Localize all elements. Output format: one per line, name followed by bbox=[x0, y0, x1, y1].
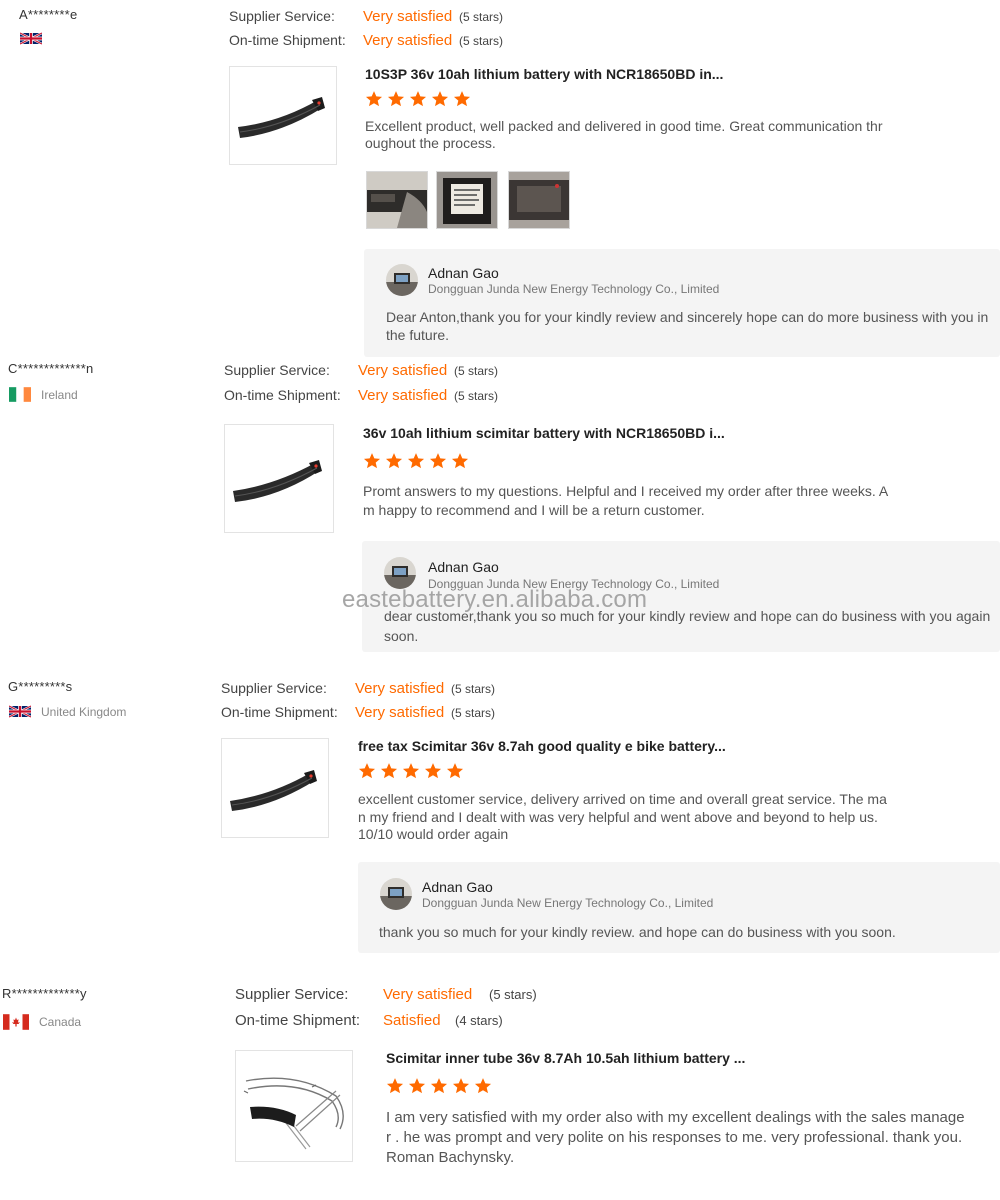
supplier-service-count: (5 stars) bbox=[459, 10, 504, 24]
star-icon bbox=[474, 1078, 492, 1094]
buyer-country: Canada bbox=[3, 1014, 81, 1030]
supplier-service-label: Supplier Service: bbox=[224, 362, 330, 378]
supplier-service-value: Very satisfied bbox=[363, 8, 453, 25]
supplier-service-label: Supplier Service: bbox=[229, 8, 335, 24]
buyer-country: United Kingdom bbox=[9, 704, 126, 719]
buyer-country: Ireland bbox=[9, 387, 78, 402]
reply-author: Adnan Gao bbox=[428, 265, 499, 281]
shipment-value: Satisfied bbox=[383, 1012, 441, 1029]
product-thumbnail[interactable] bbox=[235, 1050, 353, 1162]
review-text: excellent customer service, delivery arr… bbox=[358, 791, 887, 842]
buyer-name: R*************y bbox=[2, 986, 87, 1001]
reply-message: Dear Anton,thank you for your kindly rev… bbox=[386, 309, 989, 343]
shipment-rating: On-time Shipment: Satisfied (4 stars) bbox=[235, 1012, 503, 1029]
supplier-reply: Adnan Gao Dongguan Junda New Energy Tech… bbox=[364, 249, 1000, 357]
supplier-service-rating: Supplier Service: Very satisfied (5 star… bbox=[221, 680, 495, 697]
star-icon bbox=[387, 91, 405, 107]
watermark: eastebattery.en.alibaba.com bbox=[342, 586, 648, 613]
product-thumbnail[interactable] bbox=[221, 738, 329, 838]
star-icon bbox=[408, 1078, 426, 1094]
shipment-value: Very satisfied bbox=[358, 387, 448, 404]
supplier-service-value: Very satisfied bbox=[383, 986, 473, 1003]
review-photo[interactable] bbox=[508, 171, 570, 229]
supplier-service-rating: Supplier Service: Very satisfied (5 star… bbox=[235, 986, 537, 1003]
product-star-rating bbox=[363, 452, 469, 470]
product-title-link[interactable]: 36v 10ah lithium scimitar battery with N… bbox=[363, 425, 725, 441]
supplier-service-rating: Supplier Service: Very satisfied (5 star… bbox=[224, 362, 498, 379]
buyer-name: A********e bbox=[19, 7, 78, 22]
reply-author: Adnan Gao bbox=[428, 559, 499, 575]
supplier-reply: Adnan Gao Dongguan Junda New Energy Tech… bbox=[358, 862, 1000, 953]
star-icon bbox=[446, 763, 464, 779]
shipment-rating: On-time Shipment: Very satisfied (5 star… bbox=[224, 387, 498, 404]
shipment-count: (5 stars) bbox=[459, 34, 504, 48]
star-icon bbox=[358, 763, 376, 779]
shipment-label: On-time Shipment: bbox=[229, 32, 346, 48]
buyer-name: G*********s bbox=[8, 679, 73, 694]
uk-flag-icon bbox=[9, 704, 31, 719]
buyer-country bbox=[20, 31, 42, 46]
ireland-flag-icon bbox=[9, 387, 31, 402]
avatar bbox=[384, 557, 416, 589]
star-icon bbox=[429, 453, 447, 469]
reply-company: Dongguan Junda New Energy Technology Co.… bbox=[422, 896, 714, 910]
star-icon bbox=[424, 763, 442, 779]
reply-author: Adnan Gao bbox=[422, 879, 493, 895]
supplier-service-label: Supplier Service: bbox=[221, 680, 327, 696]
star-icon bbox=[451, 453, 469, 469]
star-icon bbox=[407, 453, 425, 469]
review-text: Promt answers to my questions. Helpful a… bbox=[363, 483, 889, 518]
review-text: I am very satisfied with my order also w… bbox=[386, 1109, 965, 1166]
star-icon bbox=[409, 91, 427, 107]
shipment-label: On-time Shipment: bbox=[235, 1012, 361, 1029]
review-photo[interactable] bbox=[436, 171, 498, 229]
supplier-service-count: (5 stars) bbox=[451, 682, 496, 696]
star-icon bbox=[431, 91, 449, 107]
supplier-service-value: Very satisfied bbox=[355, 680, 445, 697]
product-thumbnail[interactable] bbox=[229, 66, 337, 165]
buyer-name: C*************n bbox=[8, 361, 94, 376]
country-name: Ireland bbox=[41, 387, 78, 402]
product-star-rating bbox=[386, 1077, 492, 1095]
star-icon bbox=[385, 453, 403, 469]
reply-message: thank you so much for your kindly review… bbox=[379, 924, 896, 940]
reply-company: Dongguan Junda New Energy Technology Co.… bbox=[428, 282, 720, 296]
review-photo[interactable] bbox=[366, 171, 428, 229]
product-thumbnail[interactable] bbox=[224, 424, 334, 533]
supplier-service-count: (5 stars) bbox=[454, 364, 499, 378]
avatar bbox=[386, 264, 418, 296]
shipment-rating: On-time Shipment: Very satisfied (5 star… bbox=[229, 32, 503, 49]
shipment-count: (5 stars) bbox=[454, 389, 499, 403]
shipment-value: Very satisfied bbox=[363, 32, 453, 49]
uk-flag-icon bbox=[20, 31, 42, 46]
star-icon bbox=[430, 1078, 448, 1094]
star-icon bbox=[453, 91, 471, 107]
canada-flag-icon bbox=[3, 1014, 29, 1030]
avatar bbox=[380, 878, 412, 910]
product-title-link[interactable]: Scimitar inner tube 36v 8.7Ah 10.5ah lit… bbox=[386, 1050, 745, 1066]
shipment-value: Very satisfied bbox=[355, 704, 445, 721]
product-title-link[interactable]: free tax Scimitar 36v 8.7ah good quality… bbox=[358, 738, 726, 754]
shipment-rating: On-time Shipment: Very satisfied (5 star… bbox=[221, 704, 495, 721]
star-icon bbox=[365, 91, 383, 107]
product-star-rating bbox=[365, 90, 471, 108]
star-icon bbox=[452, 1078, 470, 1094]
product-star-rating bbox=[358, 762, 464, 780]
star-icon bbox=[386, 1078, 404, 1094]
supplier-service-rating: Supplier Service: Very satisfied (5 star… bbox=[229, 8, 503, 25]
country-name: Canada bbox=[39, 1015, 82, 1029]
star-icon bbox=[363, 453, 381, 469]
star-icon bbox=[402, 763, 420, 779]
star-icon bbox=[380, 763, 398, 779]
shipment-count: (4 stars) bbox=[455, 1013, 503, 1028]
supplier-service-label: Supplier Service: bbox=[235, 986, 349, 1003]
supplier-service-value: Very satisfied bbox=[358, 362, 448, 379]
shipment-label: On-time Shipment: bbox=[221, 704, 338, 720]
shipment-label: On-time Shipment: bbox=[224, 387, 341, 403]
country-name: United Kingdom bbox=[41, 704, 127, 719]
review-text: Excellent product, well packed and deliv… bbox=[365, 118, 883, 151]
product-title-link[interactable]: 10S3P 36v 10ah lithium battery with NCR1… bbox=[365, 66, 723, 82]
supplier-service-count: (5 stars) bbox=[489, 987, 537, 1002]
shipment-count: (5 stars) bbox=[451, 706, 496, 720]
